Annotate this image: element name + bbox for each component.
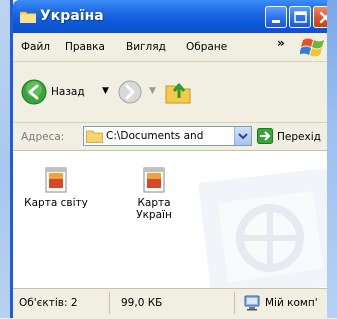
menu-favorites[interactable]: Обране	[186, 41, 227, 53]
explorer-window: Україна Файл Правка Вигляд Обране » Наза…	[10, 0, 337, 319]
status-object-count: Об'єктів: 2	[19, 297, 78, 309]
back-arrow-icon[interactable]	[21, 79, 47, 105]
file-label: Карта Україн	[136, 197, 172, 221]
menu-file[interactable]: Файл	[21, 41, 50, 53]
menu-more-chevron[interactable]: »	[277, 36, 285, 50]
status-bar: Об'єктів: 2 99,0 КБ Мій комп'	[13, 288, 337, 319]
windows-logo-icon	[300, 38, 324, 57]
address-input[interactable]: C:\Documents and	[83, 126, 252, 146]
forward-arrow-icon[interactable]	[118, 80, 142, 104]
folder-up-icon[interactable]	[163, 76, 193, 106]
address-bar: Адреса: C:\Documents and Перехід	[13, 123, 337, 151]
go-button-label[interactable]: Перехід	[277, 131, 321, 143]
menu-edit[interactable]: Правка	[65, 41, 105, 53]
address-label: Адреса:	[21, 131, 65, 143]
folder-icon	[20, 11, 36, 23]
back-dropdown-icon[interactable]: ▼	[102, 86, 109, 96]
file-label: Карта світу	[24, 197, 88, 209]
maximize-button[interactable]	[289, 6, 311, 28]
chevron-down-icon	[238, 133, 248, 140]
title-bar[interactable]: Україна	[13, 0, 337, 33]
status-location: Мій комп'	[265, 297, 318, 309]
menu-view[interactable]: Вигляд	[126, 41, 166, 53]
file-item[interactable]: Карта Україн	[119, 166, 189, 221]
menu-bar: Файл Правка Вигляд Обране »	[13, 33, 337, 62]
address-dropdown-button[interactable]	[234, 127, 251, 145]
address-value: C:\Documents and	[106, 130, 204, 142]
desktop-background-right	[327, 0, 337, 318]
window-title: Україна	[40, 8, 104, 24]
go-arrow-icon[interactable]	[257, 128, 273, 144]
file-item[interactable]: Карта світу	[21, 166, 91, 209]
folder-watermark-icon	[198, 168, 337, 288]
back-button-label[interactable]: Назад	[51, 86, 85, 98]
map-document-icon	[143, 167, 165, 193]
map-document-icon	[45, 167, 67, 193]
file-list-view[interactable]: Карта світу Карта Україн	[13, 151, 337, 288]
folder-icon	[86, 130, 103, 143]
status-divider	[109, 292, 110, 314]
forward-dropdown-icon[interactable]: ▼	[149, 86, 156, 96]
status-divider	[234, 292, 235, 314]
maximize-icon	[294, 11, 307, 23]
status-size: 99,0 КБ	[121, 297, 163, 309]
standard-toolbar: Назад ▼ ▼ »	[13, 62, 337, 123]
minimize-icon	[272, 20, 280, 23]
computer-icon	[244, 295, 260, 311]
minimize-button[interactable]	[265, 6, 287, 28]
